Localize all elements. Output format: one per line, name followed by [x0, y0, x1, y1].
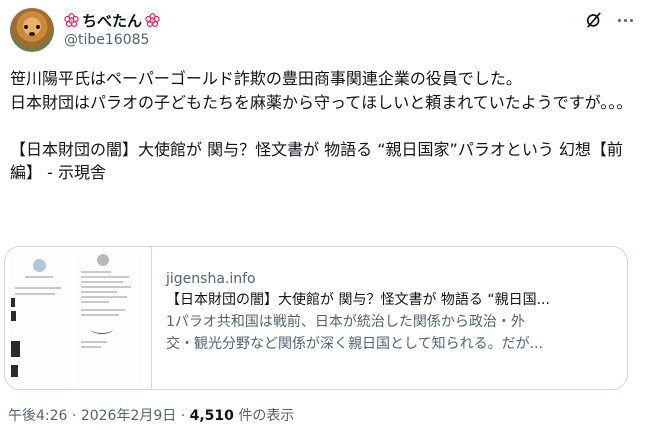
flower-icon — [145, 12, 160, 27]
tweet-date[interactable]: 2026年2月9日 — [81, 408, 176, 424]
tweet-meta: 午後4:26 · 2026年2月9日 · 4,510 件の表示 — [8, 405, 294, 425]
meta-separator: · — [180, 408, 186, 424]
card-description-line: 1パラオ共和国は戦前、日本が統治した関係から政治・外 — [166, 314, 525, 330]
card-domain[interactable]: jigensha.info — [166, 269, 611, 289]
card-title[interactable]: 【日本財団の闇】大使館が 関与？怪文書が 物語る “親日国... — [166, 290, 611, 310]
more-icon[interactable] — [614, 9, 636, 31]
grok-icon[interactable] — [584, 10, 604, 30]
avatar[interactable] — [10, 8, 54, 52]
user-handle[interactable]: @tibe16085 — [64, 32, 149, 48]
meta-separator: · — [71, 408, 77, 424]
card-thumbnail — [5, 247, 152, 389]
tweet-text: 笹川陽平氏はペーパーゴールド詐欺の豊田商事関連企業の役員でした。 日本財団はパラ… — [10, 69, 633, 182]
card-body: jigensha.info 【日本財団の闇】大使館が 関与？怪文書が 物語る “… — [166, 269, 611, 355]
tweet-time[interactable]: 午後4:26 — [8, 408, 67, 424]
card-description-line: 交・観光分野など関係が深く親日国として知られる。だが... — [166, 336, 543, 352]
views-label: 件の表示 — [233, 408, 295, 424]
flower-icon — [64, 12, 79, 27]
link-card[interactable]: jigensha.info 【日本財団の闇】大使館が 関与？怪文書が 物語る “… — [4, 246, 628, 390]
user-name-row: ちべたん — [64, 9, 160, 31]
card-description: 1パラオ共和国は戦前、日本が統治した関係から政治・外 交・観光分野など関係が深く… — [166, 311, 611, 355]
views-count: 4,510 — [189, 408, 234, 424]
display-name[interactable]: ちべたん — [82, 10, 142, 31]
